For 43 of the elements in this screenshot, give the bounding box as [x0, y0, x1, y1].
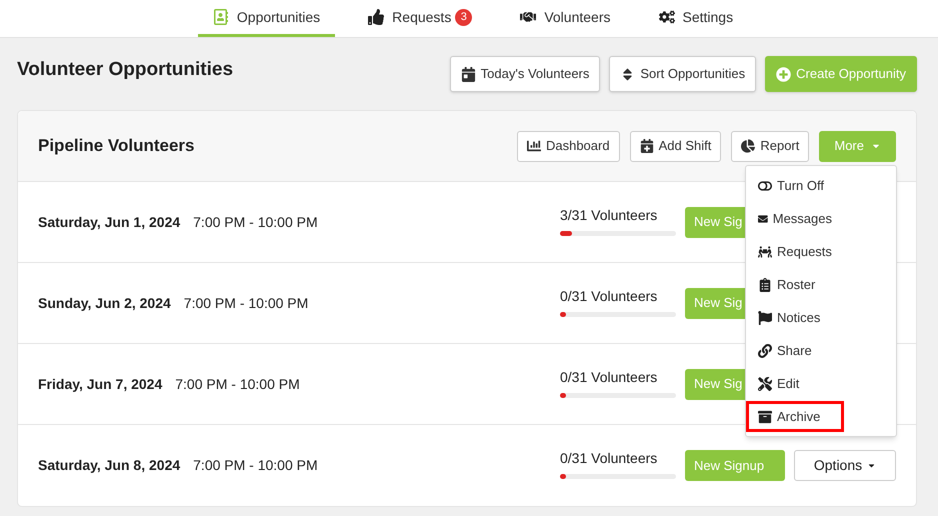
- pie-chart-icon: [741, 139, 756, 153]
- page-title: Volunteer Opportunities: [17, 58, 234, 82]
- card-button[interactable]: Report: [731, 130, 810, 162]
- card-button[interactable]: Dashboard: [516, 130, 620, 162]
- menu-item[interactable]: Requests: [746, 236, 844, 267]
- shift-date: Saturday, Jun 1, 2024: [38, 212, 180, 232]
- thumbs-up-icon: [368, 9, 384, 25]
- header-button[interactable]: Sort Opportunities: [609, 56, 756, 92]
- clipboard-icon: [758, 278, 772, 292]
- archive-icon: [758, 410, 772, 424]
- nav-tab[interactable]: Settings: [644, 0, 748, 37]
- tools-icon: [758, 376, 772, 390]
- menu-item[interactable]: Turn Off: [746, 170, 844, 201]
- contact-book-icon: [212, 9, 229, 25]
- carrying-people-icon: [758, 244, 772, 258]
- volunteer-count: 0/31 Volunteers: [560, 368, 658, 386]
- flag-icon: [758, 310, 772, 324]
- shift-time: 7:00 PM - 10:00 PM: [193, 456, 318, 475]
- nav-tab[interactable]: Opportunities: [198, 0, 336, 37]
- menu-item[interactable]: Archive: [746, 401, 844, 432]
- handshake-icon: [520, 9, 536, 25]
- gears-icon: [658, 9, 674, 25]
- shift-date: Sunday, Jun 2, 2024: [38, 294, 171, 313]
- card-button[interactable]: Add Shift: [630, 130, 722, 162]
- nav-tab[interactable]: Requests 3: [353, 0, 488, 37]
- shift-time: 7:00 PM - 10:00 PM: [175, 374, 300, 394]
- header-button[interactable]: Today's Volunteers: [450, 56, 600, 92]
- shift-time: 7:00 PM - 10:00 PM: [193, 212, 318, 232]
- volunteer-count: 0/31 Volunteers: [560, 449, 658, 468]
- menu-item[interactable]: Share: [746, 335, 844, 366]
- shift-time: 7:00 PM - 10:00 PM: [184, 294, 308, 312]
- options-button[interactable]: Options: [794, 450, 896, 481]
- card-title: Pipeline Volunteers: [38, 135, 195, 158]
- volunteer-count: 3/31 Volunteers: [560, 206, 658, 224]
- calendar-plus-icon: [640, 139, 654, 153]
- link-icon: [758, 344, 772, 358]
- nav-tab[interactable]: Volunteers: [505, 0, 626, 37]
- shift-date: Friday, Jun 7, 2024: [38, 374, 162, 394]
- shift-date: Saturday, Jun 8, 2024: [38, 456, 180, 475]
- toggle-icon: [758, 178, 772, 192]
- bar-chart-icon: [526, 139, 541, 153]
- count-badge: 3: [455, 8, 472, 26]
- volunteer-count: 0/31 Volunteers: [560, 286, 658, 306]
